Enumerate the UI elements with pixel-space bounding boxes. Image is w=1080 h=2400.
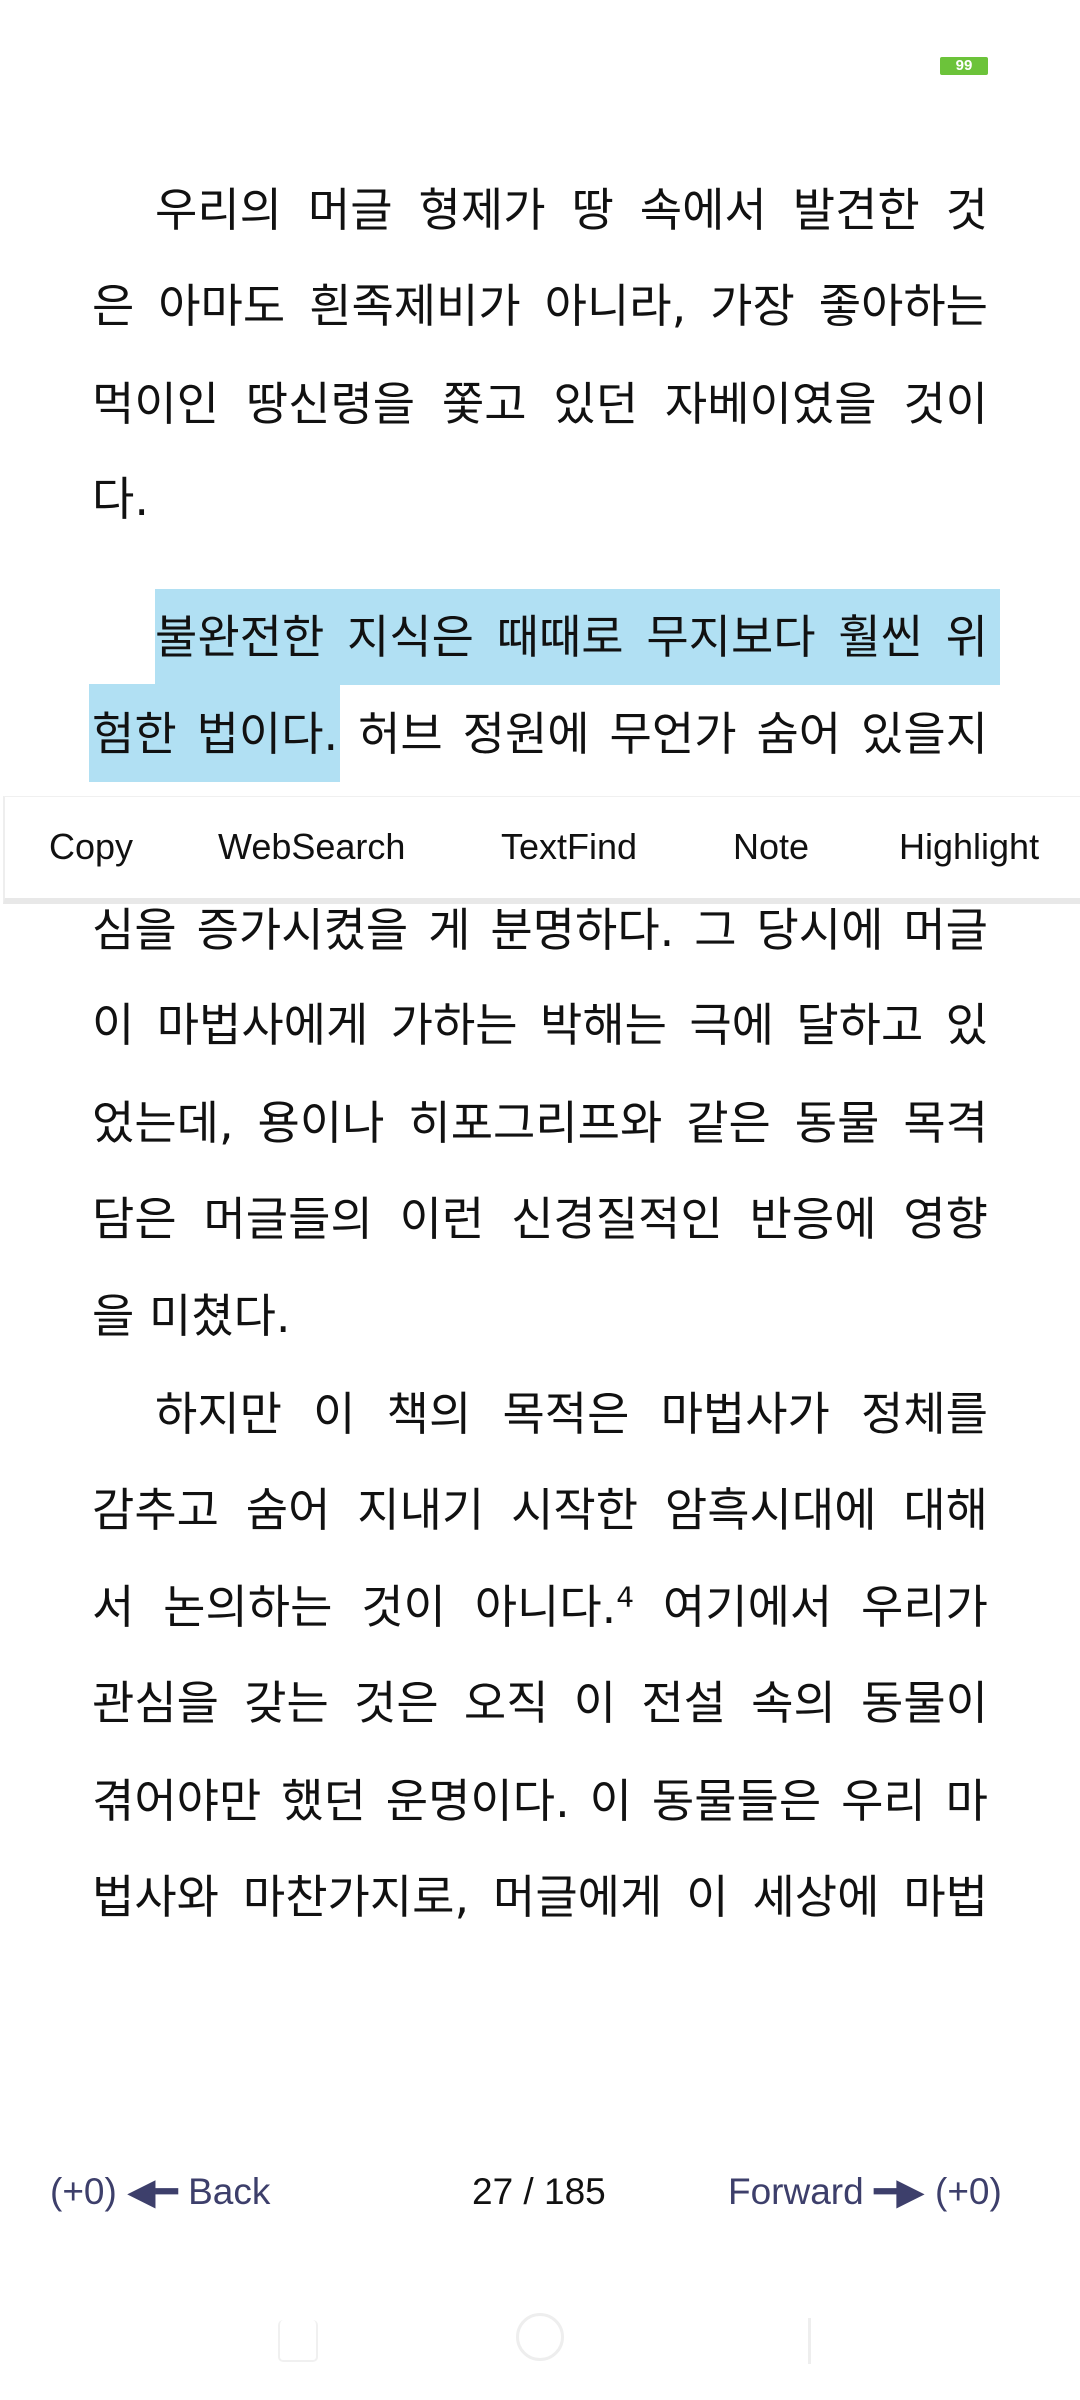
- text-line: 은 아마도 흰족제비가 아니라, 가장 좋아하는: [92, 279, 988, 333]
- forward-label: Forward: [728, 2171, 864, 2212]
- forward-button[interactable]: Forward ━▶ (+0): [728, 2160, 1002, 2224]
- battery-indicator: 99: [940, 57, 988, 75]
- page-indicator: 27 / 185: [472, 2171, 606, 2212]
- text-line: 감추고 숨어 지내기 시작한 암흑시대에 대해: [92, 1483, 988, 1537]
- forward-arrow-icon: ━▶: [873, 2171, 925, 2212]
- text-line: 법사와 마찬가지로, 머글에게 이 세상에 마법: [92, 1870, 988, 1924]
- back-nav-icon[interactable]: [760, 2318, 811, 2364]
- text-line: 우리의 머글 형제가 땅 속에서 발견한 것: [155, 183, 988, 237]
- back-arrow-icon: ◀━: [127, 2171, 178, 2212]
- text-line: 이 마법사에게 가하는 박해는 극에 달하고 있: [92, 998, 988, 1052]
- selected-text-line: 불완전한 지식은 때때로 무지보다 훨씬 위: [155, 610, 988, 664]
- text-segment: 허브 정원에 무언가 숨어 있을지: [358, 707, 988, 761]
- text-line: 험한 법이다. 허브 정원에 무언가 숨어 있을지: [92, 686, 988, 783]
- web-search-button[interactable]: WebSearch: [218, 797, 405, 897]
- text-line: 겪어야만 했던 운명이다. 이 동물들은 우리 마: [92, 1774, 988, 1828]
- text-line: 서 논의하는 것이 아니다.4 여기에서 우리가: [92, 1559, 988, 1656]
- text-line: 을 미쳤다.: [92, 1289, 291, 1343]
- text-segment: 여기에서 우리가: [634, 1580, 988, 1634]
- recent-apps-icon[interactable]: [278, 2320, 318, 2362]
- text-line: 관심을 갖는 것은 오직 이 전설 속의 동물이: [92, 1676, 988, 1730]
- forward-count: (+0): [935, 2171, 1002, 2212]
- text-line: 먹이인 땅신령을 쫓고 있던 자베이였을 것이: [92, 377, 988, 431]
- copy-button[interactable]: Copy: [49, 797, 133, 897]
- text-line: 다.: [92, 472, 149, 526]
- home-icon[interactable]: [516, 2313, 564, 2361]
- back-button[interactable]: (+0) ◀━ Back: [50, 2160, 270, 2224]
- text-find-button[interactable]: TextFind: [501, 797, 637, 897]
- text-segment: 서 논의하는 것이 아니다.: [92, 1580, 617, 1634]
- selection-context-menu: Copy WebSearch TextFind Note Highlight: [3, 796, 1080, 904]
- back-count: (+0): [50, 2171, 117, 2212]
- text-line: 었는데, 용이나 히포그리프와 같은 동물 목격: [92, 1096, 988, 1150]
- text-line: 하지만 이 책의 목적은 마법사가 정체를: [155, 1387, 988, 1441]
- note-button[interactable]: Note: [733, 797, 809, 897]
- back-label: Back: [188, 2171, 271, 2212]
- selected-text: 험한 법이다.: [92, 707, 339, 761]
- footnote-marker[interactable]: 4: [616, 1581, 634, 1614]
- text-line: 담은 머글들의 이런 신경질적인 반응에 영향: [92, 1192, 988, 1246]
- highlight-button[interactable]: Highlight: [899, 797, 1039, 897]
